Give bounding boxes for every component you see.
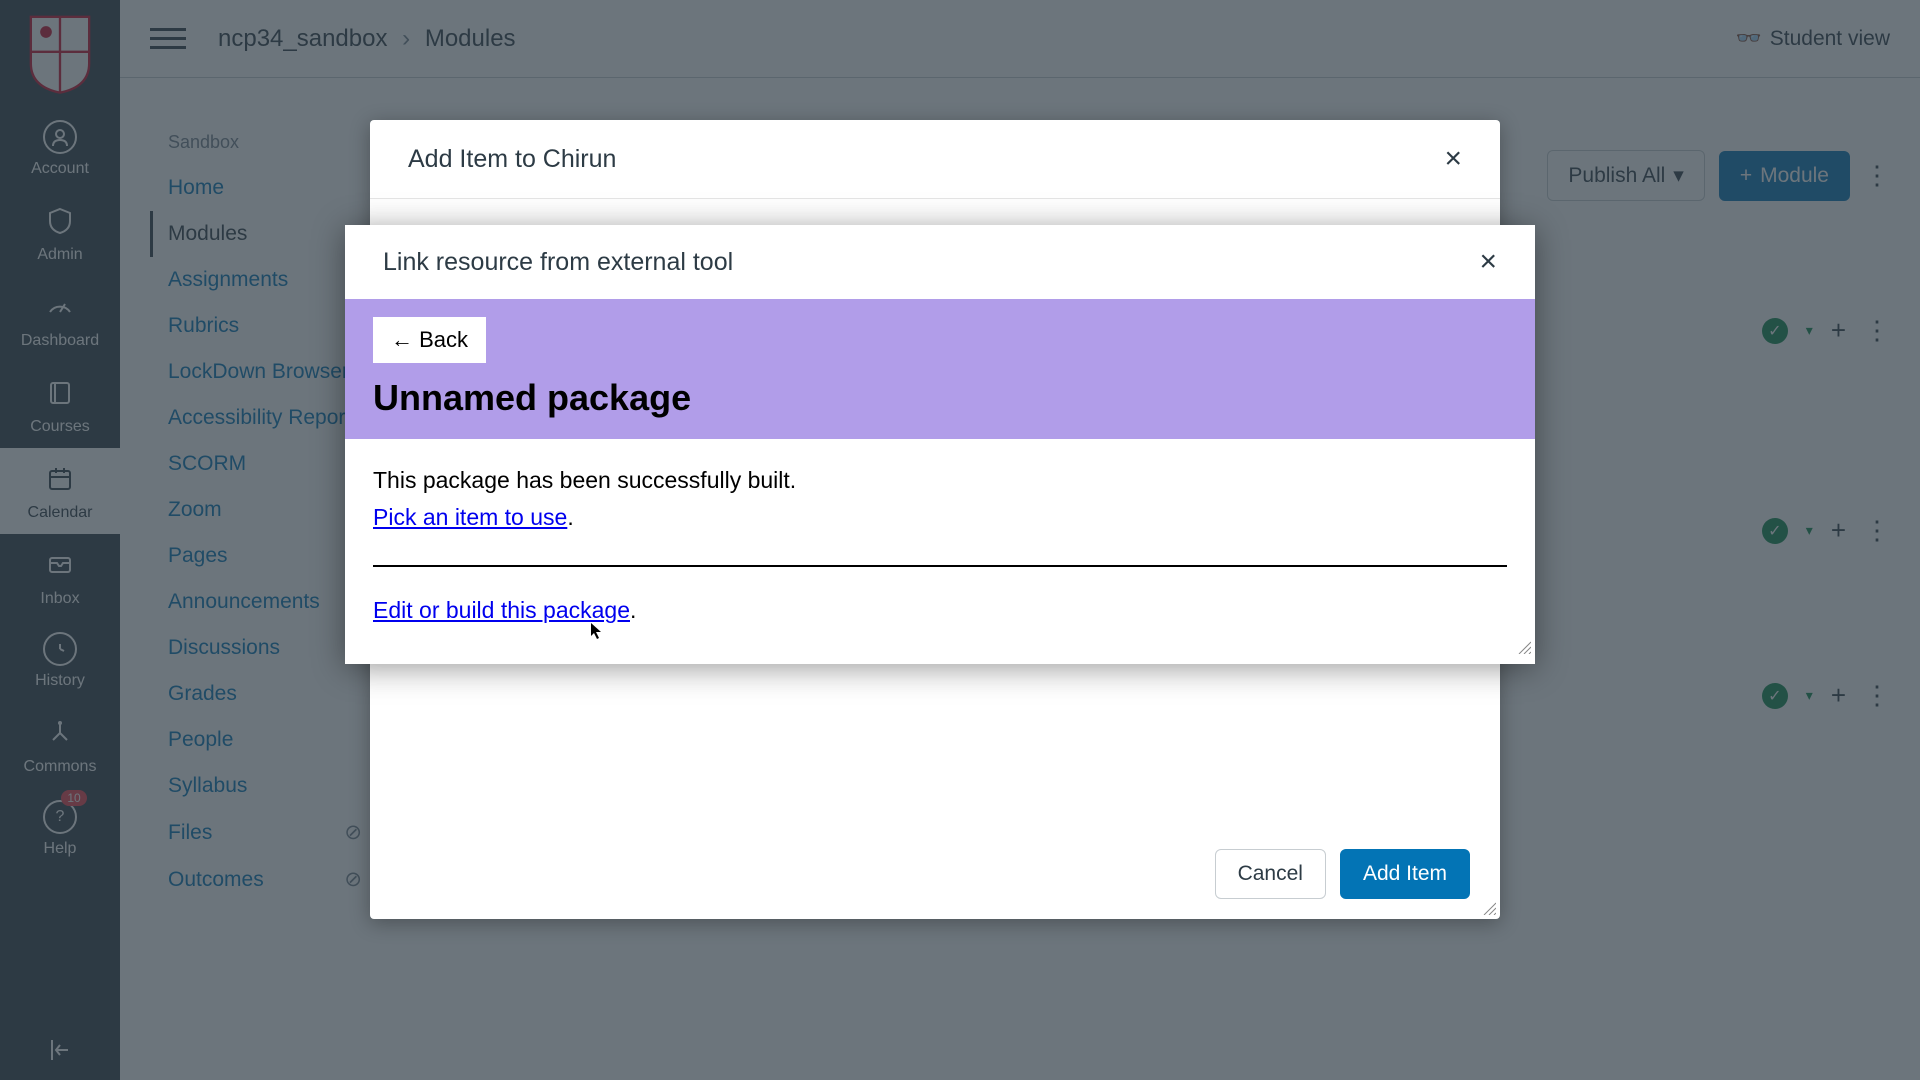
modal-footer: Cancel Add Item bbox=[370, 829, 1500, 919]
edit-line: Edit or build this package. bbox=[373, 597, 1507, 624]
link-resource-modal: Link resource from external tool × ← Bac… bbox=[345, 225, 1535, 664]
cancel-button[interactable]: Cancel bbox=[1215, 849, 1326, 899]
divider bbox=[373, 565, 1507, 567]
pick-item-link[interactable]: Pick an item to use bbox=[373, 504, 567, 530]
package-title: Unnamed package bbox=[373, 377, 1507, 419]
resize-handle[interactable] bbox=[1482, 901, 1496, 915]
back-button[interactable]: ← Back bbox=[373, 317, 486, 363]
pick-line: Pick an item to use. bbox=[373, 504, 1507, 531]
period: . bbox=[567, 504, 573, 530]
modal-header: Add Item to Chirun × bbox=[370, 120, 1500, 199]
modal-body: This package has been successfully built… bbox=[345, 439, 1535, 664]
resize-handle[interactable] bbox=[1517, 633, 1531, 660]
close-button[interactable]: × bbox=[1479, 247, 1497, 277]
modal-title: Add Item to Chirun bbox=[408, 145, 616, 174]
add-item-button[interactable]: Add Item bbox=[1340, 849, 1470, 899]
modal-header: Link resource from external tool × bbox=[345, 225, 1535, 299]
success-message: This package has been successfully built… bbox=[373, 467, 1507, 494]
edit-package-link[interactable]: Edit or build this package bbox=[373, 597, 630, 623]
period: . bbox=[630, 597, 636, 623]
close-button[interactable]: × bbox=[1444, 144, 1462, 174]
modal-title: Link resource from external tool bbox=[383, 248, 733, 277]
package-header: ← Back Unnamed package bbox=[345, 299, 1535, 439]
